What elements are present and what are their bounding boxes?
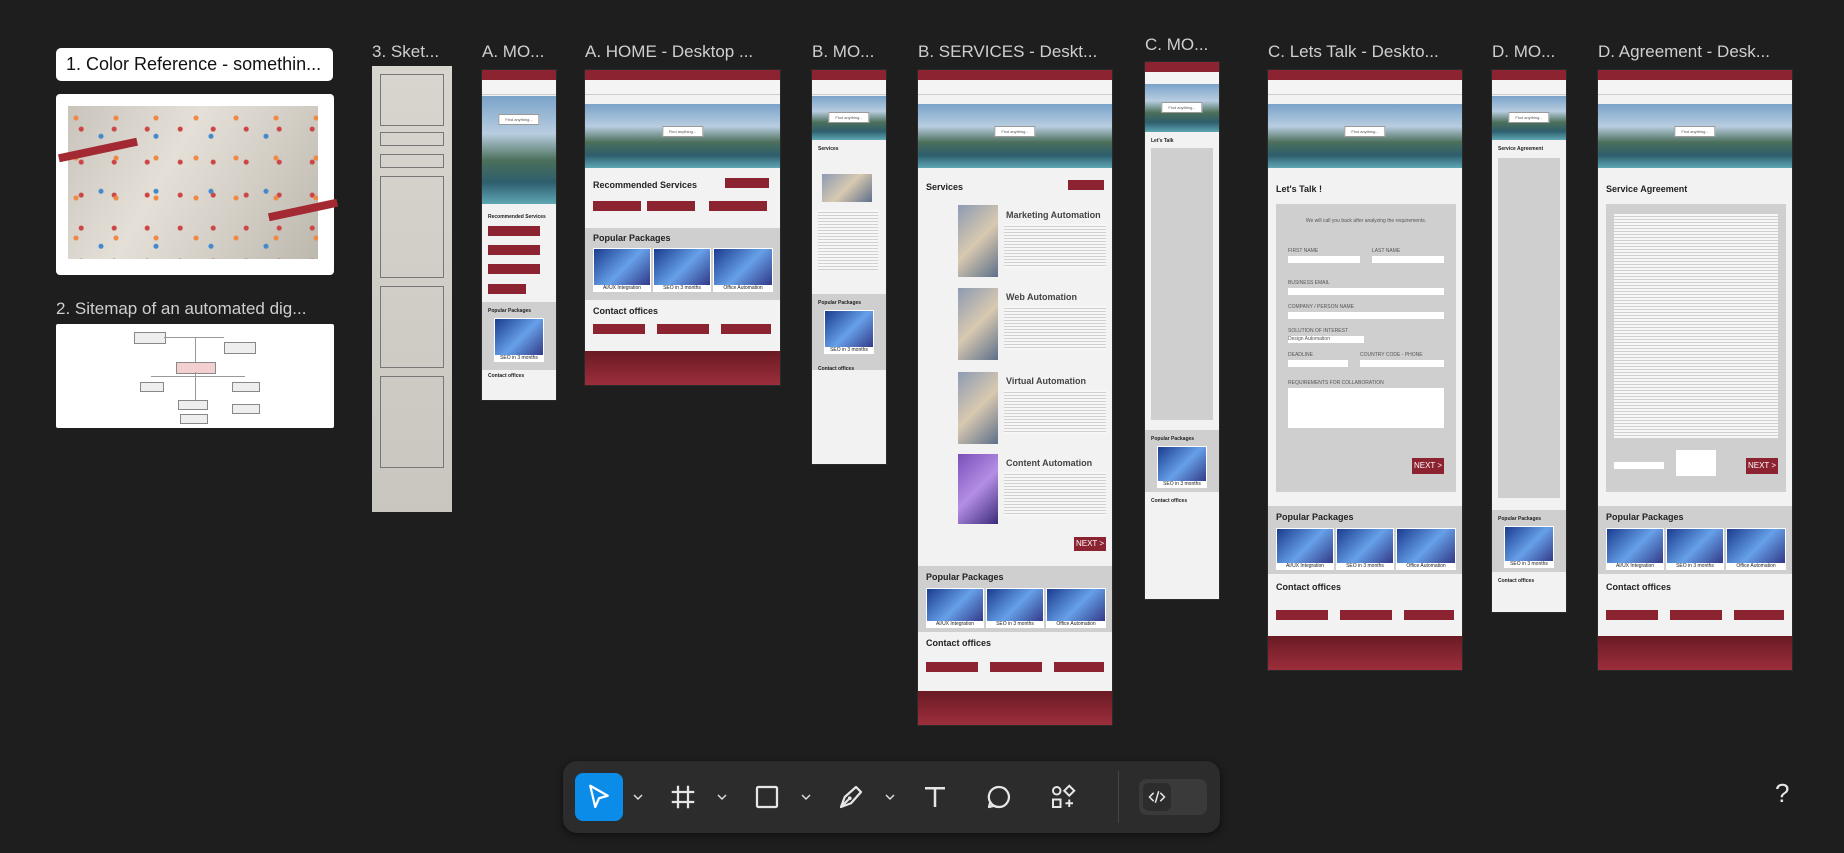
color-reference-frame[interactable]: [56, 94, 339, 275]
search-field[interactable]: Find anything...: [498, 114, 540, 125]
c-letstalk-desktop-frame[interactable]: Find anything... Let's Talk ! We will ca…: [1268, 70, 1462, 670]
actions-tool-button[interactable]: [1039, 773, 1087, 821]
chevron-down-icon[interactable]: [716, 791, 728, 803]
agreement-panel: NEXT >: [1606, 204, 1786, 492]
frame-label-d-mobile[interactable]: D. MO...: [1492, 42, 1568, 62]
c-mobile-frame[interactable]: Find anything... Let's Talk Popular Pack…: [1145, 62, 1219, 599]
cursor-arrow-icon: [589, 784, 609, 809]
frame-label-color-reference[interactable]: 1. Color Reference - somethin...: [56, 48, 333, 81]
shape-tool-button[interactable]: [743, 773, 791, 821]
chevron-down-icon[interactable]: [800, 791, 812, 803]
email-field[interactable]: [1288, 288, 1444, 295]
help-button[interactable]: ?: [1775, 778, 1789, 809]
sitemap-node: [176, 362, 216, 374]
search-field[interactable]: Find anything...: [1344, 126, 1386, 137]
shapes-plus-icon: [1052, 784, 1076, 808]
next-button[interactable]: NEXT >: [1746, 458, 1778, 474]
color-reference-photo: [58, 106, 339, 259]
d-mobile-frame[interactable]: Find anything... Service Agreement Popul…: [1492, 70, 1566, 612]
sitemap-node: [134, 332, 166, 344]
a-mobile-frame[interactable]: Find anything... Recommended Services Po…: [482, 70, 556, 400]
frame-label-b-mobile[interactable]: B. MO...: [812, 42, 888, 62]
a-home-desktop-frame[interactable]: Find anything... Recommended Services Po…: [585, 70, 780, 385]
chevron-down-icon[interactable]: [884, 791, 896, 803]
chevron-down-icon[interactable]: [632, 791, 644, 803]
next-button[interactable]: NEXT >: [1412, 458, 1444, 474]
sitemap-frame[interactable]: [56, 324, 334, 428]
bottom-toolbar: [563, 761, 1220, 833]
frame-tool-button[interactable]: [659, 773, 707, 821]
signature-field[interactable]: [1676, 450, 1716, 476]
d-agreement-desktop-frame[interactable]: Find anything... Service Agreement NEXT …: [1598, 70, 1792, 670]
frame-label-sitemap[interactable]: 2. Sitemap of an automated dig...: [56, 299, 336, 319]
code-brackets-icon: [1148, 790, 1166, 804]
toolbar-divider: [1118, 771, 1119, 823]
solution-select[interactable]: Design Automation: [1288, 336, 1364, 343]
company-field[interactable]: [1288, 312, 1444, 319]
b-services-desktop-frame[interactable]: Find anything... Services Marketing Auto…: [918, 70, 1112, 725]
frame-label-c-letstalk-desktop[interactable]: C. Lets Talk - Deskto...: [1268, 42, 1460, 62]
sketch-frame[interactable]: [372, 66, 452, 512]
b-mobile-frame[interactable]: Find anything... Services Popular Packag…: [812, 70, 886, 464]
comment-bubble-icon: [987, 785, 1011, 809]
section-title: Recommended Services: [488, 214, 546, 220]
pen-nib-icon: [839, 785, 863, 809]
text-tool-button[interactable]: [911, 773, 959, 821]
search-field[interactable]: Find anything...: [994, 126, 1036, 137]
sitemap-node: [140, 382, 164, 392]
sitemap-node: [232, 404, 260, 414]
pen-tool-button[interactable]: [827, 773, 875, 821]
requirements-field[interactable]: [1288, 388, 1444, 428]
next-button[interactable]: NEXT >: [1074, 537, 1106, 551]
phone-field[interactable]: [1360, 360, 1444, 367]
search-field[interactable]: Find anything...: [661, 126, 704, 137]
move-tool-button[interactable]: [575, 773, 623, 821]
first-name-field[interactable]: [1288, 256, 1360, 263]
text-t-icon: [925, 787, 945, 807]
dev-mode-toggle[interactable]: [1139, 779, 1207, 815]
search-field[interactable]: Find anything...: [1161, 102, 1203, 113]
search-field[interactable]: Find anything...: [828, 112, 870, 123]
frame-label-c-mobile[interactable]: C. MO...: [1145, 35, 1221, 55]
last-name-field[interactable]: [1372, 256, 1444, 263]
deadline-field[interactable]: [1288, 360, 1348, 367]
frame-label-sketch[interactable]: 3. Sket...: [372, 42, 452, 62]
sitemap-node: [232, 382, 260, 392]
contact-form: We will call you back after analyzing th…: [1276, 204, 1456, 492]
comment-tool-button[interactable]: [975, 773, 1023, 821]
sitemap-node: [224, 342, 256, 354]
sitemap-node: [180, 414, 208, 424]
search-field[interactable]: Find anything...: [1508, 112, 1550, 123]
frame-label-b-services-desktop[interactable]: B. SERVICES - Deskt...: [918, 42, 1110, 62]
frame-hash-icon: [671, 785, 695, 809]
frame-label-a-mobile[interactable]: A. MO...: [482, 42, 558, 62]
sitemap-node: [178, 400, 208, 410]
frame-label-a-home-desktop[interactable]: A. HOME - Desktop ...: [585, 42, 765, 62]
rectangle-icon: [755, 785, 779, 809]
search-field[interactable]: Find anything...: [1674, 126, 1716, 137]
frame-label-d-agreement-desktop[interactable]: D. Agreement - Desk...: [1598, 42, 1792, 62]
date-field[interactable]: [1614, 462, 1664, 469]
